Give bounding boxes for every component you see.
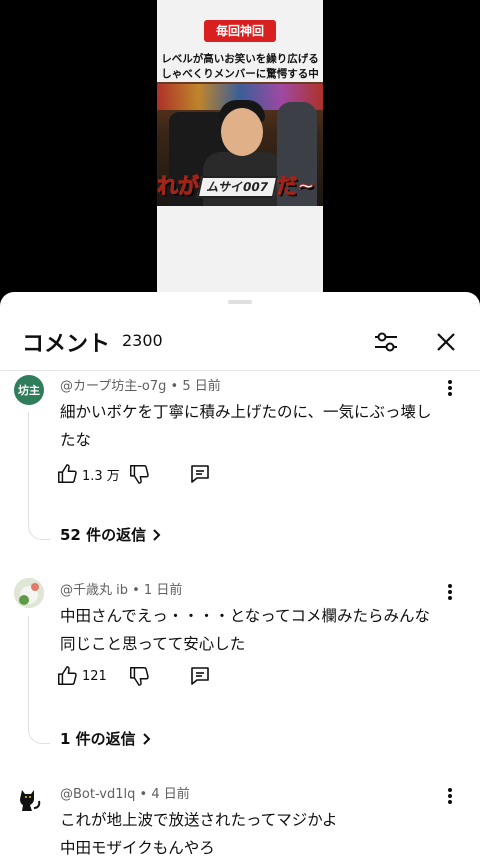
comments-header: コメント 2300 <box>0 314 480 370</box>
avatar[interactable] <box>14 784 44 814</box>
thumbs-down-icon <box>130 667 149 686</box>
headline-line-1: レベルが高いお笑いを繰り広げる <box>161 53 319 65</box>
comment-text: これが地上波で放送されたってマジかよ 中田モザイクもんやろ <box>60 811 338 857</box>
avatar[interactable] <box>14 578 44 608</box>
black-cat-icon <box>20 790 41 811</box>
comment-icon <box>191 465 209 483</box>
thread-line <box>28 616 29 730</box>
close-icon <box>437 333 455 351</box>
thread-curve <box>28 522 50 540</box>
reply-button[interactable] <box>188 460 212 488</box>
sliders-icon <box>375 332 397 352</box>
caption-left: れが <box>157 174 200 199</box>
comments-count: 2300 <box>122 331 163 350</box>
video-badge: 毎回神回 <box>204 20 276 42</box>
like-button[interactable]: 1.3 万 <box>56 460 120 488</box>
video-player[interactable]: 毎回神回 レベルが高いお笑いを繰り広げる しゃべくりメンバーに驚愕する中田 れが… <box>0 0 480 292</box>
reply-button[interactable] <box>188 662 212 690</box>
view-replies-button[interactable]: 1 件の返信 <box>60 728 152 749</box>
filter-button[interactable] <box>366 322 406 362</box>
more-vert-icon <box>448 584 452 600</box>
avatar[interactable]: 坊主 <box>14 375 44 405</box>
comment-meta[interactable]: @カープ坊主-o7g • 5 日前 <box>60 375 221 394</box>
thread-curve <box>28 726 50 744</box>
comment-actions: 1.3 万 <box>56 460 256 488</box>
thumbs-up-icon <box>58 464 77 483</box>
thumbs-down-icon <box>130 465 149 484</box>
close-button[interactable] <box>426 322 466 362</box>
view-replies-button[interactable]: 52 件の返信 <box>60 524 162 545</box>
comment-menu-button[interactable] <box>440 784 460 808</box>
replies-label: 1 件の返信 <box>60 730 136 748</box>
comment-meta[interactable]: @Bot-vd1lq • 4 日前 <box>60 783 190 802</box>
video-thumbnail[interactable]: 毎回神回 レベルが高いお笑いを繰り広げる しゃべくりメンバーに驚愕する中田 れが… <box>157 0 323 292</box>
video-caption: れが ムサイ007 だ~ <box>157 168 323 204</box>
replies-label: 52 件の返信 <box>60 526 147 544</box>
caption-right: だ~ <box>276 174 316 199</box>
like-count: 121 <box>82 668 107 684</box>
header-divider <box>0 370 480 371</box>
dislike-button[interactable] <box>128 460 150 488</box>
comments-sheet: コメント 2300 坊主 @カープ坊主-o7g • 5 日前 細かいボケを丁寧に… <box>0 292 480 864</box>
avatar-text: 坊主 <box>18 384 40 397</box>
comment-text: 細かいボケを丁寧に積み上げたのに、一気にぶっ壊したな <box>60 403 432 449</box>
dislike-button[interactable] <box>128 662 150 690</box>
face-shape <box>221 108 263 156</box>
chevron-right-icon <box>142 732 151 745</box>
comment-actions: 121 <box>56 662 256 690</box>
comment-meta[interactable]: @千歳丸 ib • 1 日前 <box>60 579 182 598</box>
thread-line <box>28 412 29 522</box>
avatar-image-icon <box>14 578 44 608</box>
comment-menu-button[interactable] <box>440 580 460 604</box>
comments-title: コメント <box>22 332 111 357</box>
like-count: 1.3 万 <box>82 468 120 484</box>
more-vert-icon <box>448 788 452 804</box>
chevron-right-icon <box>153 528 161 541</box>
caption-logo: ムサイ007 <box>196 176 279 198</box>
like-button[interactable]: 121 <box>56 662 107 690</box>
thumbs-up-icon <box>58 666 77 685</box>
comment-text: 中田さんでえっ・・・・となってコメ欄みたらみんな同じこと思ってて安心した <box>60 607 430 653</box>
comment-icon <box>191 667 209 685</box>
more-vert-icon <box>448 380 452 396</box>
comment-menu-button[interactable] <box>440 376 460 400</box>
drag-handle[interactable] <box>228 300 252 304</box>
